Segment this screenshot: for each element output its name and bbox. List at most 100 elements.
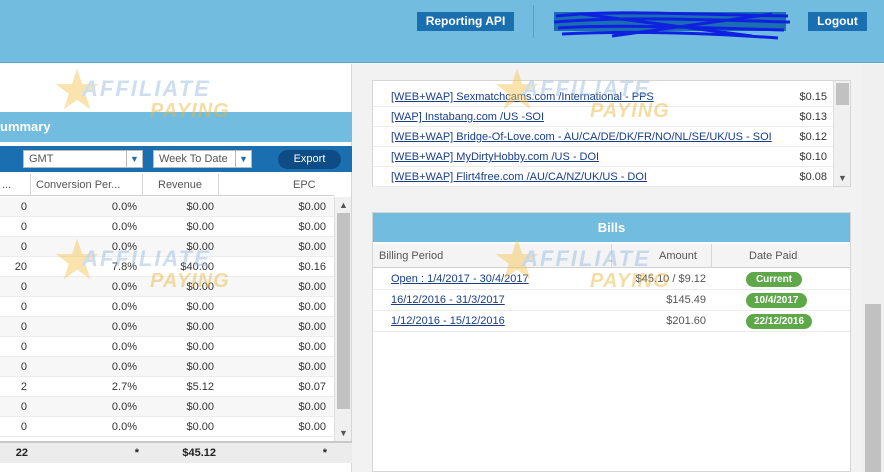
cell-conversion: 0.0% (111, 301, 137, 313)
cell-revenue: $0.00 (186, 361, 214, 373)
cell-revenue: $0.00 (186, 421, 214, 433)
offers-scrollbar[interactable]: ▼ (833, 81, 850, 186)
column-header-date-paid[interactable]: Date Paid (749, 244, 797, 268)
cell-clicks: 0 (20, 301, 27, 313)
summary-filter-bar: GMT ▼ Week To Date ▼ Export (0, 146, 352, 172)
billing-period-link[interactable]: 16/12/2016 - 31/3/2017 (391, 290, 505, 311)
billing-period-link[interactable]: Open : 1/4/2017 - 30/4/2017 (391, 269, 529, 290)
timezone-select[interactable]: GMT ▼ (23, 150, 143, 168)
offer-payout: $0.08 (799, 171, 827, 183)
cell-epc: $0.07 (298, 381, 326, 393)
cell-clicks: 0 (20, 201, 27, 213)
summary-totals-row: 22 * $45.12 * (0, 441, 352, 463)
table-row: 0 0.0% $0.00 $0.00 (0, 217, 334, 237)
total-clicks: 22 (15, 447, 28, 459)
offer-link[interactable]: [WEB+WAP] Bridge-Of-Love.com - AU/CA/DE/… (391, 127, 772, 147)
cell-conversion: 0.0% (111, 341, 137, 353)
bill-amount: $45.10 / $9.12 (635, 273, 706, 285)
cell-epc: $0.00 (298, 341, 326, 353)
reporting-api-button[interactable]: Reporting API (417, 12, 514, 31)
column-header-revenue[interactable]: Revenue (158, 174, 202, 196)
cell-epc: $0.00 (298, 281, 326, 293)
table-row: 20 7.8% $40.00 $0.16 (0, 257, 334, 277)
scroll-thumb[interactable] (865, 304, 881, 472)
cell-clicks: 0 (20, 321, 27, 333)
offer-link[interactable]: [WEB+WAP] Flirt4free.com /AU/CA/NZ/UK/US… (391, 167, 647, 187)
billing-period-link[interactable]: 1/12/2016 - 15/12/2016 (391, 311, 505, 332)
total-revenue: $45.12 (182, 447, 216, 459)
cell-clicks: 0 (20, 421, 27, 433)
cell-epc: $0.00 (298, 361, 326, 373)
timezone-value: GMT (29, 153, 54, 165)
status-badge: Current (746, 272, 802, 287)
cell-conversion: 0.0% (111, 361, 137, 373)
cell-revenue: $0.00 (186, 301, 214, 313)
cell-clicks: 20 (14, 261, 27, 273)
summary-scrollbar[interactable]: ▲ ▼ (334, 197, 351, 441)
logout-button[interactable]: Logout (808, 12, 867, 31)
scroll-down-icon[interactable]: ▼ (834, 171, 851, 185)
table-row: 0 0.0% $0.00 $0.00 (0, 357, 334, 377)
cell-epc: $0.00 (298, 241, 326, 253)
cell-revenue: $0.00 (186, 321, 214, 333)
offers-list-panel: [WEB+WAP] Sexmatchcams.com /Internationa… (372, 80, 851, 187)
column-header-billing-period[interactable]: Billing Period (379, 244, 443, 268)
list-item: [WAP] Instabang.com /US -SOI $0.13 (373, 107, 833, 127)
offer-link[interactable]: [WEB+WAP] Sexmatchcams.com /Internationa… (391, 87, 654, 107)
header-divider (533, 5, 534, 38)
bills-table-header: Billing Period Amount Date Paid (373, 244, 850, 268)
summary-table-header: ... Conversion Per... Revenue EPC (0, 174, 334, 196)
table-row: 0 0.0% $0.00 $0.00 (0, 197, 334, 217)
column-header-epc[interactable]: EPC (293, 174, 316, 196)
list-item: [WEB+WAP] Flirt4free.com /AU/CA/NZ/UK/US… (373, 167, 833, 187)
offer-payout: $0.13 (799, 111, 827, 123)
cell-conversion: 2.7% (111, 381, 137, 393)
scroll-up-icon[interactable]: ▲ (335, 198, 352, 212)
offer-link[interactable]: [WAP] Instabang.com /US -SOI (391, 107, 544, 127)
cell-conversion: 7.8% (111, 261, 137, 273)
chevron-down-icon[interactable]: ▼ (126, 151, 142, 167)
date-range-value: Week To Date (159, 153, 228, 165)
cell-epc: $0.00 (298, 321, 326, 333)
column-header-amount[interactable]: Amount (659, 244, 697, 268)
scroll-thumb[interactable] (836, 83, 849, 105)
cell-revenue: $0.00 (186, 201, 214, 213)
cell-clicks: 0 (20, 221, 27, 233)
table-row: 1/12/2016 - 15/12/2016 $201.60 22/12/201… (373, 311, 850, 332)
offer-link[interactable]: [WEB+WAP] MyDirtyHobby.com /US - DOI (391, 147, 599, 167)
user-account-button[interactable] (554, 12, 786, 31)
cell-epc: $0.00 (298, 421, 326, 433)
summary-panel: ummary GMT ▼ Week To Date ▼ Export ... C… (0, 64, 352, 472)
bill-amount: $145.49 (666, 294, 706, 306)
table-row: 0 0.0% $0.00 $0.00 (0, 297, 334, 317)
cell-clicks: 0 (20, 341, 27, 353)
table-row: 0 0.0% $0.00 $0.00 (0, 417, 334, 437)
column-header-conversion[interactable]: Conversion Per... (36, 174, 120, 196)
table-row: 0 0.0% $0.00 $0.00 (0, 397, 334, 417)
chevron-down-icon[interactable]: ▼ (235, 151, 251, 167)
table-row: 0 0.0% $0.00 $0.00 (0, 277, 334, 297)
cell-revenue: $5.12 (186, 381, 214, 393)
cell-revenue: $0.00 (186, 281, 214, 293)
scroll-thumb[interactable] (337, 213, 350, 409)
cell-clicks: 2 (20, 381, 27, 393)
cell-revenue: $0.00 (186, 241, 214, 253)
top-header: Reporting API Logout (0, 0, 884, 63)
summary-title: ummary (0, 112, 352, 142)
scroll-down-icon[interactable]: ▼ (335, 426, 352, 440)
cell-revenue: $0.00 (186, 341, 214, 353)
date-range-select[interactable]: Week To Date ▼ (153, 150, 252, 168)
list-item: [WEB+WAP] Bridge-Of-Love.com - AU/CA/DE/… (373, 127, 833, 147)
column-header-clicks[interactable]: ... (2, 174, 11, 196)
list-item: [WEB+WAP] MyDirtyHobby.com /US - DOI $0.1… (373, 147, 833, 167)
page-scrollbar[interactable] (862, 64, 884, 472)
table-row: 16/12/2016 - 31/3/2017 $145.49 10/4/2017 (373, 290, 850, 311)
cell-conversion: 0.0% (111, 221, 137, 233)
list-item: [WEB+WAP] Sexmatchcams.com /Internationa… (373, 87, 833, 107)
bill-amount: $201.60 (666, 315, 706, 327)
export-button[interactable]: Export (278, 150, 341, 169)
table-row: 0 0.0% $0.00 $0.00 (0, 317, 334, 337)
total-epc: * (322, 447, 327, 459)
table-row: Open : 1/4/2017 - 30/4/2017 $45.10 / $9.… (373, 269, 850, 290)
table-row: 2 2.7% $5.12 $0.07 (0, 377, 334, 397)
